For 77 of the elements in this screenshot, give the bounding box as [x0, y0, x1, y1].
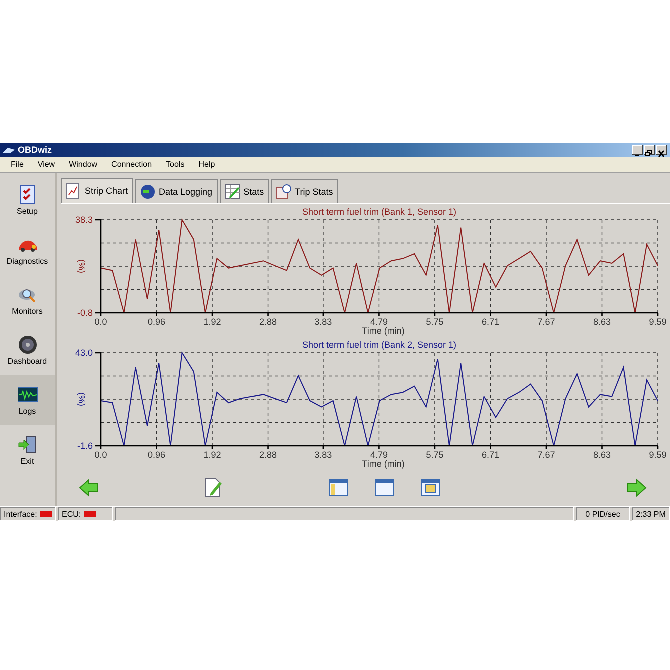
table-icon [224, 184, 241, 200]
chart-title: Short term fuel trim (Bank 1, Sensor 1) [302, 207, 457, 217]
tab[interactable]: Data Logging [135, 179, 218, 203]
indicator-label: ECU: [62, 510, 82, 518]
x-tick-label: 3.83 [314, 450, 332, 458]
menu-item[interactable]: File [4, 160, 31, 169]
y-axis-unit: (%) [77, 392, 87, 406]
sidebar-item[interactable]: Diagnostics [0, 225, 55, 275]
toolbar-button[interactable] [421, 478, 441, 498]
x-tick-label: 7.67 [538, 450, 556, 458]
close-button[interactable] [656, 145, 667, 155]
pid-rate: 0 PID/sec [586, 510, 620, 518]
x-tick-label: 3.83 [314, 317, 332, 325]
exit-door-icon [18, 434, 38, 454]
menu-item[interactable]: Connection [104, 160, 160, 169]
x-tick-label: 0.96 [148, 317, 166, 325]
left-arrow-icon [79, 478, 99, 498]
window-icon [375, 478, 395, 498]
document-pencil-icon [203, 478, 223, 498]
x-tick-label: 8.63 [593, 450, 611, 458]
x-tick-label: 8.63 [593, 317, 611, 325]
tab[interactable]: Stats [220, 179, 270, 203]
chart-icon [66, 183, 82, 199]
globe-icon [140, 184, 156, 200]
sidebar-item[interactable]: Setup [0, 175, 55, 225]
calendar-clock-icon [276, 184, 292, 200]
y-tick-label: 38.3 [75, 215, 93, 225]
x-tick-label: 6.71 [482, 450, 500, 458]
y-tick-label: 43.0 [75, 348, 93, 358]
right-arrow-icon [627, 478, 647, 498]
clock-time: 2:33 PM [636, 510, 666, 518]
x-tick-label: 1.92 [204, 317, 222, 325]
toolbar-button[interactable] [79, 478, 99, 498]
toolbar-button[interactable] [329, 478, 349, 498]
toolbar-button[interactable] [203, 478, 223, 498]
x-tick-label: 2.88 [260, 450, 278, 458]
checklist-icon [18, 184, 38, 204]
toolbar-button[interactable] [627, 478, 647, 498]
x-axis-label: Time (min) [362, 325, 405, 337]
gauge-icon [18, 334, 38, 354]
x-tick-label: 9.59 [649, 317, 667, 325]
x-tick-label: 5.75 [426, 317, 444, 325]
x-tick-label: 7.67 [538, 317, 556, 325]
app-logo-icon [3, 146, 15, 154]
x-tick-label: 2.88 [260, 317, 278, 325]
x-tick-label: 9.59 [649, 450, 667, 458]
toolbar-button[interactable] [375, 478, 395, 498]
x-tick-label: 4.79 [370, 317, 388, 325]
sidebar-item[interactable]: Logs [0, 375, 55, 425]
indicator-label: Interface: [4, 510, 38, 518]
sidebar-item[interactable]: Dashboard [0, 325, 55, 375]
minimize-button[interactable] [632, 145, 643, 155]
x-axis-label: Time (min) [362, 458, 405, 470]
menu-item[interactable]: Window [62, 160, 105, 169]
y-tick-label: -0.8 [77, 308, 93, 318]
y-axis-unit: (%) [77, 260, 87, 274]
sidebar-item[interactable]: Exit [0, 425, 55, 475]
x-tick-label: 5.75 [426, 450, 444, 458]
window-expand-icon [421, 478, 441, 498]
x-tick-label: 0.96 [148, 450, 166, 458]
sidebar-item[interactable]: Monitors [0, 275, 55, 325]
window-split-icon [329, 478, 349, 498]
menu-item[interactable]: Help [192, 160, 222, 169]
restore-button[interactable] [644, 145, 655, 155]
x-tick-label: 4.79 [370, 450, 388, 458]
menu-item[interactable]: View [30, 160, 62, 169]
tab[interactable]: Trip Stats [271, 179, 338, 203]
x-tick-label: 1.92 [204, 450, 222, 458]
tab[interactable]: Strip Chart [61, 178, 134, 203]
x-tick-label: 6.71 [482, 317, 500, 325]
window-title: OBDwiz [18, 145, 52, 155]
waveform-icon [18, 384, 38, 404]
chart-title: Short term fuel trim (Bank 2, Sensor 1) [302, 340, 457, 350]
y-tick-label: -1.6 [77, 441, 93, 451]
x-tick-label: 0.0 [94, 317, 108, 325]
x-tick-label: 0.0 [94, 450, 108, 458]
menu-item[interactable]: Tools [159, 160, 192, 169]
